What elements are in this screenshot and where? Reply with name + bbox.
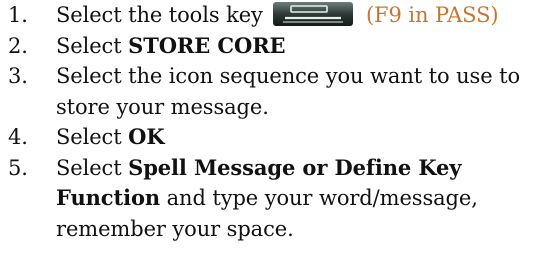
step-4: 4. Select OK — [0, 122, 552, 153]
tools-key-icon — [273, 2, 354, 26]
step-text: Select — [56, 125, 122, 149]
step-command: OK — [128, 124, 165, 149]
step-command: STORE CORE — [128, 32, 286, 58]
step-text: Select the icon sequence you want to use… — [56, 64, 520, 88]
step-1: 1. Select the tools key (F9 in PASS) — [0, 0, 552, 31]
step-5: 5. Select Spell Message or Define Key Fu… — [0, 153, 552, 245]
step-text-final: remember your space. — [56, 216, 294, 241]
step-3: 3. Select the icon sequence you want to … — [0, 61, 552, 122]
step-text: Select the tools key — [56, 3, 263, 27]
key-hint: (F9 in PASS) — [365, 3, 499, 27]
step-number: 1. — [8, 3, 28, 27]
step-number: 3. — [8, 64, 28, 88]
step-text-continued: and type your word/message, — [166, 186, 478, 210]
step-command-continued: Function — [56, 185, 161, 210]
step-2: 2. Select STORE CORE — [0, 31, 552, 62]
step-text-continued: store your message. — [56, 94, 269, 119]
step-number: 5. — [8, 155, 28, 180]
step-number: 4. — [8, 125, 28, 149]
step-text: Select — [56, 33, 122, 58]
instruction-list: 1. Select the tools key (F9 in PASS) 2. … — [0, 0, 552, 244]
step-text: Select — [56, 155, 122, 180]
step-command: Spell Message or Define Key — [128, 154, 462, 180]
step-number: 2. — [8, 33, 28, 58]
